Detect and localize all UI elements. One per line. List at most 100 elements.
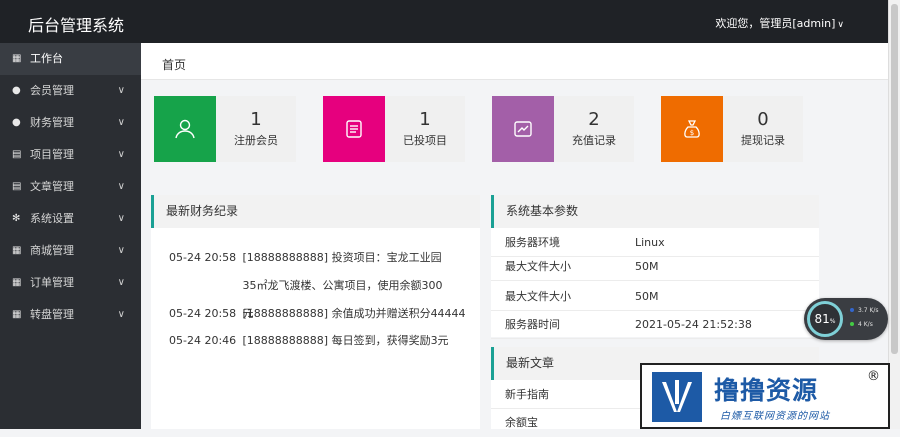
stat-tile: $ xyxy=(661,96,723,162)
system-row: 最大文件大小 50M xyxy=(491,283,819,311)
stat-card-withdraw[interactable]: $ 0 提现记录 xyxy=(661,96,803,162)
download-value: 4 xyxy=(858,321,862,328)
usage-ring: 81% xyxy=(807,301,843,337)
record-text: [18888888888] 每日签到，获得奖励3元 xyxy=(242,334,449,347)
chevron-down-icon: ∨ xyxy=(117,277,125,288)
svg-text:$: $ xyxy=(690,129,694,137)
upload-unit: K/s xyxy=(869,307,879,314)
grid-icon: ▦ xyxy=(12,245,22,256)
chevron-down-icon: ∨ xyxy=(117,309,125,320)
article-title: 余额宝 xyxy=(505,416,538,429)
sidebar-item-projects[interactable]: ▤ 项目管理 ∨ xyxy=(0,139,141,171)
sidebar-item-label: 系统设置 xyxy=(30,212,74,225)
chevron-down-icon: ∨ xyxy=(117,181,125,192)
gear-icon: ✻ xyxy=(12,213,21,224)
sidebar-item-label: 会员管理 xyxy=(30,84,74,97)
grid-icon: ▦ xyxy=(12,309,22,320)
recharge-icon xyxy=(514,121,532,137)
finance-record: 05-24 20:46 [18888888888] 每日签到，获得奖励3元 xyxy=(169,332,449,348)
stat-tile xyxy=(154,96,216,162)
article-title: 新手指南 xyxy=(505,388,549,401)
usage-percent: 81 xyxy=(814,312,830,326)
stat-body: 2 充值记录 xyxy=(554,96,634,162)
system-key: 最大文件大小 xyxy=(505,290,571,303)
stat-label: 提现记录 xyxy=(741,134,785,147)
money-bag-icon: $ xyxy=(684,120,700,138)
sidebar-item-articles[interactable]: ▤ 文章管理 ∨ xyxy=(0,171,141,203)
stat-body: 1 注册会员 xyxy=(216,96,296,162)
stat-value: 1 xyxy=(250,109,262,130)
chevron-down-icon: ∨ xyxy=(117,213,125,224)
scrollbar-thumb[interactable] xyxy=(891,4,898,354)
user-icon xyxy=(175,119,195,139)
finance-icon: ● xyxy=(12,117,21,128)
sidebar-item-wheel[interactable]: ▦ 转盘管理 ∨ xyxy=(0,299,141,331)
stat-card-projects[interactable]: 1 已投项目 xyxy=(323,96,465,162)
stat-tile xyxy=(323,96,385,162)
sidebar-item-label: 转盘管理 xyxy=(30,308,74,321)
sidebar-item-label: 商城管理 xyxy=(30,244,74,257)
watermark: 撸撸资源 ® 白嫖互联网资源的网站 xyxy=(640,363,890,429)
system-key: 服务器时间 xyxy=(505,318,560,331)
record-text: [18888888888] 余值成功并赠送积分44444 xyxy=(242,307,466,320)
finance-panel: 最新财务纪录 05-24 20:58 [18888888888] 投资项目：宝龙… xyxy=(151,195,480,429)
stat-label: 已投项目 xyxy=(403,134,447,147)
sidebar-item-orders[interactable]: ▦ 订单管理 ∨ xyxy=(0,267,141,299)
download-speed: 4 K/s xyxy=(850,321,873,328)
chevron-down-icon: ∨ xyxy=(117,85,125,96)
upload-dot-icon xyxy=(850,308,854,312)
download-dot-icon xyxy=(850,322,854,326)
dashboard-icon: ▦ xyxy=(12,53,22,64)
stat-card-recharge[interactable]: 2 充值记录 xyxy=(492,96,634,162)
sidebar-item-mall[interactable]: ▦ 商城管理 ∨ xyxy=(0,235,141,267)
chevron-down-icon: ∨ xyxy=(117,149,125,160)
sidebar-item-label: 财务管理 xyxy=(30,116,74,129)
sidebar-item-settings[interactable]: ✻ 系统设置 ∨ xyxy=(0,203,141,235)
watermark-subtext: 白嫖互联网资源的网站 xyxy=(720,411,830,422)
system-row: 最大文件大小 50M xyxy=(491,253,819,281)
stat-body: 1 已投项目 xyxy=(385,96,465,162)
article-icon: ▤ xyxy=(12,181,22,192)
system-row: 服务器时间 2021-05-24 21:52:38 xyxy=(491,311,819,339)
sidebar: ▦ 工作台 ● 会员管理 ∨ ● 财务管理 ∨ ▤ 项目管理 ∨ ▤ 文章管理 … xyxy=(0,43,141,429)
project-icon: ▤ xyxy=(12,149,22,160)
sidebar-item-dashboard[interactable]: ▦ 工作台 xyxy=(0,43,141,75)
sidebar-item-label: 项目管理 xyxy=(30,148,74,161)
record-time: 05-24 20:46 xyxy=(169,334,237,347)
chevron-down-icon: ∨ xyxy=(117,117,125,128)
system-key: 最大文件大小 xyxy=(505,260,571,273)
stat-value: 2 xyxy=(588,109,600,130)
user-menu[interactable]: 欢迎您，管理员[admin] ∨ xyxy=(715,15,844,31)
finance-panel-title: 最新财务纪录 xyxy=(151,195,480,228)
document-icon xyxy=(346,120,362,138)
stat-value: 1 xyxy=(419,109,431,130)
breadcrumb-home[interactable]: 首页 xyxy=(162,56,186,73)
stat-card-members[interactable]: 1 注册会员 xyxy=(154,96,296,162)
grid-icon: ▦ xyxy=(12,277,22,288)
stat-label: 充值记录 xyxy=(572,134,616,147)
sidebar-item-label: 订单管理 xyxy=(30,276,74,289)
chevron-down-icon: ∨ xyxy=(837,20,844,30)
sidebar-item-finance[interactable]: ● 财务管理 ∨ xyxy=(0,107,141,139)
record-time: 05-24 20:58 xyxy=(169,251,237,264)
sidebar-item-label: 工作台 xyxy=(30,52,63,65)
member-icon: ● xyxy=(12,85,21,96)
upload-value: 3.7 xyxy=(858,307,868,314)
system-value: 50M xyxy=(635,260,659,273)
record-time: 05-24 20:58 xyxy=(169,307,237,320)
finance-record: 05-24 20:58 [18888888888] 余值成功并赠送积分44444 xyxy=(169,305,466,321)
system-value: 2021-05-24 21:52:38 xyxy=(635,318,752,331)
usage-unit: % xyxy=(829,318,836,325)
download-unit: K/s xyxy=(863,321,873,328)
network-speed-widget[interactable]: 81% 3.7 K/s 4 K/s xyxy=(804,298,888,340)
app-title: 后台管理系统 xyxy=(28,16,125,35)
sidebar-item-members[interactable]: ● 会员管理 ∨ xyxy=(0,75,141,107)
system-panel-title: 系统基本参数 xyxy=(491,195,819,228)
stat-label: 注册会员 xyxy=(234,134,278,147)
breadcrumb: 首页 xyxy=(141,43,888,80)
chevron-down-icon: ∨ xyxy=(117,245,125,256)
watermark-text: 撸撸资源 xyxy=(714,376,819,405)
top-bar: 后台管理系统 欢迎您，管理员[admin] ∨ xyxy=(0,0,888,43)
watermark-logo-icon xyxy=(652,372,702,422)
stat-tile xyxy=(492,96,554,162)
